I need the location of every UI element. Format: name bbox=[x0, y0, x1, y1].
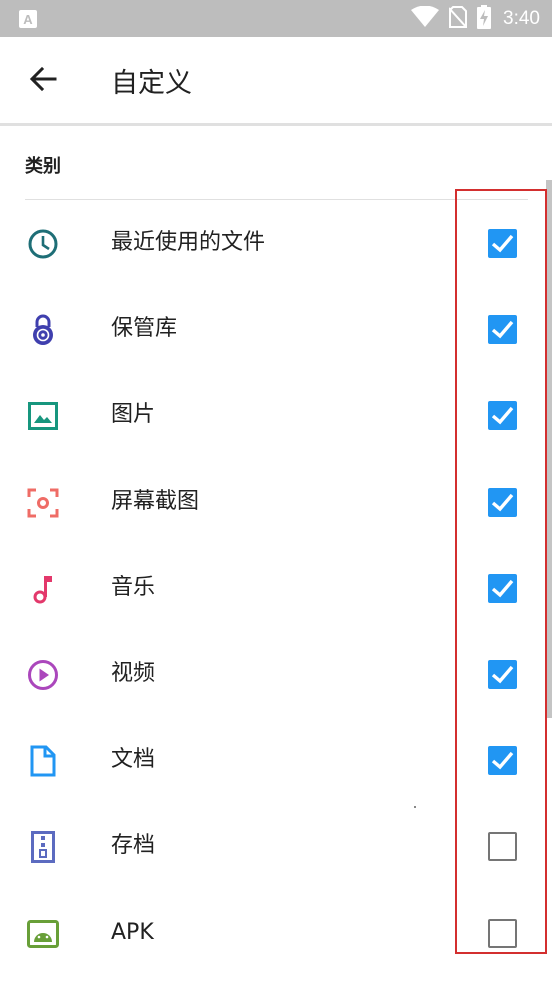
category-label: APK bbox=[111, 919, 154, 945]
category-label: 存档 bbox=[111, 833, 156, 859]
checkbox-checked[interactable] bbox=[488, 229, 517, 258]
category-label: 最近使用的文件 bbox=[111, 230, 266, 255]
no-sim-icon bbox=[448, 5, 468, 32]
status-icons: 3:40 bbox=[411, 0, 540, 37]
category-row-apk[interactable]: APK bbox=[0, 890, 552, 976]
checkbox-checked[interactable] bbox=[488, 315, 517, 345]
section-header: 类别 bbox=[25, 156, 61, 177]
category-row-videos[interactable]: 视频 bbox=[0, 631, 552, 717]
music-note-icon bbox=[27, 573, 59, 605]
checkbox-unchecked[interactable] bbox=[488, 832, 517, 862]
speck bbox=[414, 806, 416, 808]
category-label: 图片 bbox=[111, 402, 156, 428]
status-time: 3:40 bbox=[503, 7, 540, 29]
category-row-screenshots[interactable]: 屏幕截图 bbox=[0, 459, 552, 545]
image-icon bbox=[27, 400, 59, 432]
category-label: 音乐 bbox=[111, 574, 156, 600]
category-row-recent[interactable]: 最近使用的文件 bbox=[0, 200, 552, 286]
svg-text:A: A bbox=[23, 12, 33, 27]
category-row-vault[interactable]: 保管库 bbox=[0, 286, 552, 372]
category-row-archives[interactable]: 存档 bbox=[0, 803, 552, 889]
back-button[interactable] bbox=[26, 62, 60, 96]
android-icon bbox=[27, 918, 59, 950]
checkbox-checked[interactable] bbox=[488, 573, 517, 603]
checkbox-checked[interactable] bbox=[488, 746, 517, 776]
wifi-icon bbox=[411, 5, 440, 32]
vault-lock-icon bbox=[27, 314, 59, 346]
category-row-images[interactable]: 图片 bbox=[0, 372, 552, 458]
category-label: 文档 bbox=[111, 747, 156, 773]
category-label: 保管库 bbox=[111, 316, 178, 342]
category-row-music[interactable]: 音乐 bbox=[0, 545, 552, 631]
checkbox-checked[interactable] bbox=[488, 401, 517, 431]
scrollbar[interactable] bbox=[546, 180, 552, 718]
checkbox-unchecked[interactable] bbox=[488, 918, 517, 948]
arrow-back-icon bbox=[29, 66, 57, 92]
notification-a-icon: A bbox=[19, 10, 37, 28]
clock-icon bbox=[27, 228, 59, 260]
document-icon bbox=[27, 745, 59, 777]
checkbox-checked[interactable] bbox=[488, 659, 517, 689]
category-list: 最近使用的文件 保管库 图片 屏幕截图 音乐 视频 文档 存档 APK bbox=[0, 200, 552, 976]
app-bar: 自定义 bbox=[0, 37, 552, 123]
archive-icon bbox=[27, 831, 59, 864]
play-circle-icon bbox=[27, 659, 59, 691]
app-bar-divider bbox=[0, 123, 552, 126]
category-label: 屏幕截图 bbox=[111, 488, 200, 514]
status-bar: A 3:40 bbox=[0, 0, 552, 37]
screenshot-icon bbox=[27, 487, 59, 519]
category-label: 视频 bbox=[111, 660, 156, 686]
checkbox-checked[interactable] bbox=[488, 487, 517, 517]
battery-charging-icon bbox=[477, 4, 492, 33]
category-row-documents[interactable]: 文档 bbox=[0, 717, 552, 803]
page-title: 自定义 bbox=[111, 68, 192, 99]
